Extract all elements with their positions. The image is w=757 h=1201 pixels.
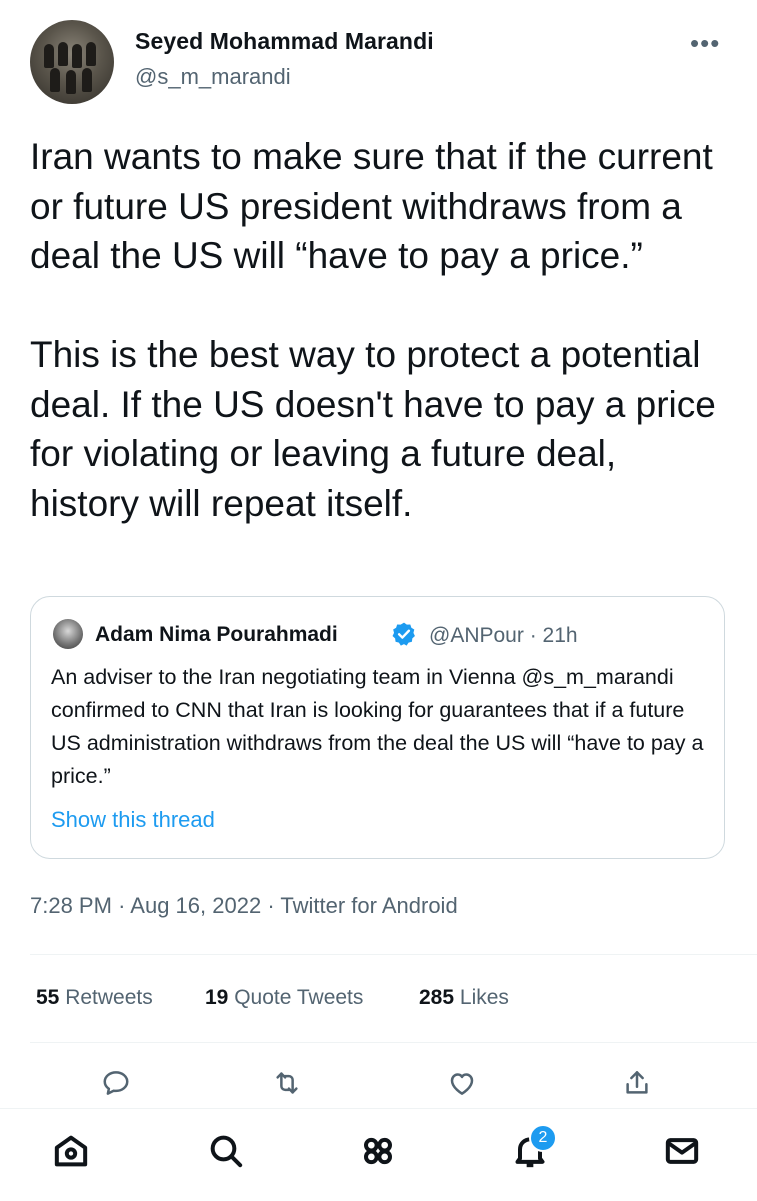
author-display-name[interactable]: Seyed Mohammad Marandi: [135, 28, 434, 55]
quoted-meta: @ANPour · 21h: [429, 624, 578, 648]
timestamp-separator: ·: [267, 893, 275, 918]
more-options-icon[interactable]: •••: [690, 28, 720, 59]
quoted-author-avatar: [53, 619, 83, 649]
quoted-author-name: Adam Nima Pourahmadi: [95, 623, 338, 646]
notification-badge: 2: [529, 1124, 557, 1152]
verified-badge-icon: [392, 622, 415, 646]
tweet-timestamp: 7:28 PM · Aug 16, 2022 · Twitter for And…: [30, 893, 458, 919]
tweet-actions: [0, 1060, 757, 1110]
retweets-count: 55: [36, 986, 60, 1009]
communities-icon[interactable]: [358, 1131, 402, 1175]
timestamp-separator: ·: [118, 893, 126, 918]
quoted-tweet-text: An adviser to the Iran negotiating team …: [51, 665, 704, 788]
quote-tweets-count: 19: [205, 986, 229, 1009]
likes-label: Likes: [459, 986, 509, 1009]
like-icon[interactable]: [447, 1068, 483, 1104]
reply-icon[interactable]: [101, 1068, 137, 1104]
quoted-handle: @ANPour: [429, 624, 524, 647]
bottom-tab-bar: [0, 1108, 757, 1201]
share-icon[interactable]: [622, 1068, 658, 1104]
likes-stat[interactable]: 285 Likes: [419, 986, 509, 1010]
retweets-label: Retweets: [65, 986, 153, 1009]
retweets-stat[interactable]: 55 Retweets: [36, 986, 153, 1010]
quote-tweets-stat[interactable]: 19 Quote Tweets: [205, 986, 363, 1010]
tweet-time[interactable]: 7:28 PM: [30, 893, 112, 918]
messages-icon[interactable]: [662, 1131, 706, 1175]
quote-tweets-label: Quote Tweets: [234, 986, 364, 1009]
author-handle[interactable]: @s_m_marandi: [135, 64, 291, 90]
divider: [30, 954, 757, 955]
author-avatar[interactable]: [30, 20, 114, 104]
meta-separator: ·: [529, 624, 537, 647]
tweet-text: Iran wants to make sure that if the curr…: [30, 136, 716, 524]
tweet-header: Seyed Mohammad Marandi @s_m_marandi •••: [0, 0, 757, 120]
quoted-age: 21h: [542, 624, 578, 647]
tweet-date[interactable]: Aug 16, 2022: [130, 893, 261, 918]
retweet-icon[interactable]: [272, 1068, 308, 1104]
search-icon[interactable]: [206, 1131, 250, 1175]
tweet-source[interactable]: Twitter for Android: [280, 893, 457, 918]
quoted-tweet-card[interactable]: Adam Nima Pourahmadi @ANPour · 21h An ad…: [30, 596, 725, 859]
home-icon[interactable]: [51, 1131, 95, 1175]
show-thread-link[interactable]: Show this thread: [51, 807, 215, 833]
likes-count: 285: [419, 986, 455, 1009]
divider: [30, 1042, 757, 1043]
